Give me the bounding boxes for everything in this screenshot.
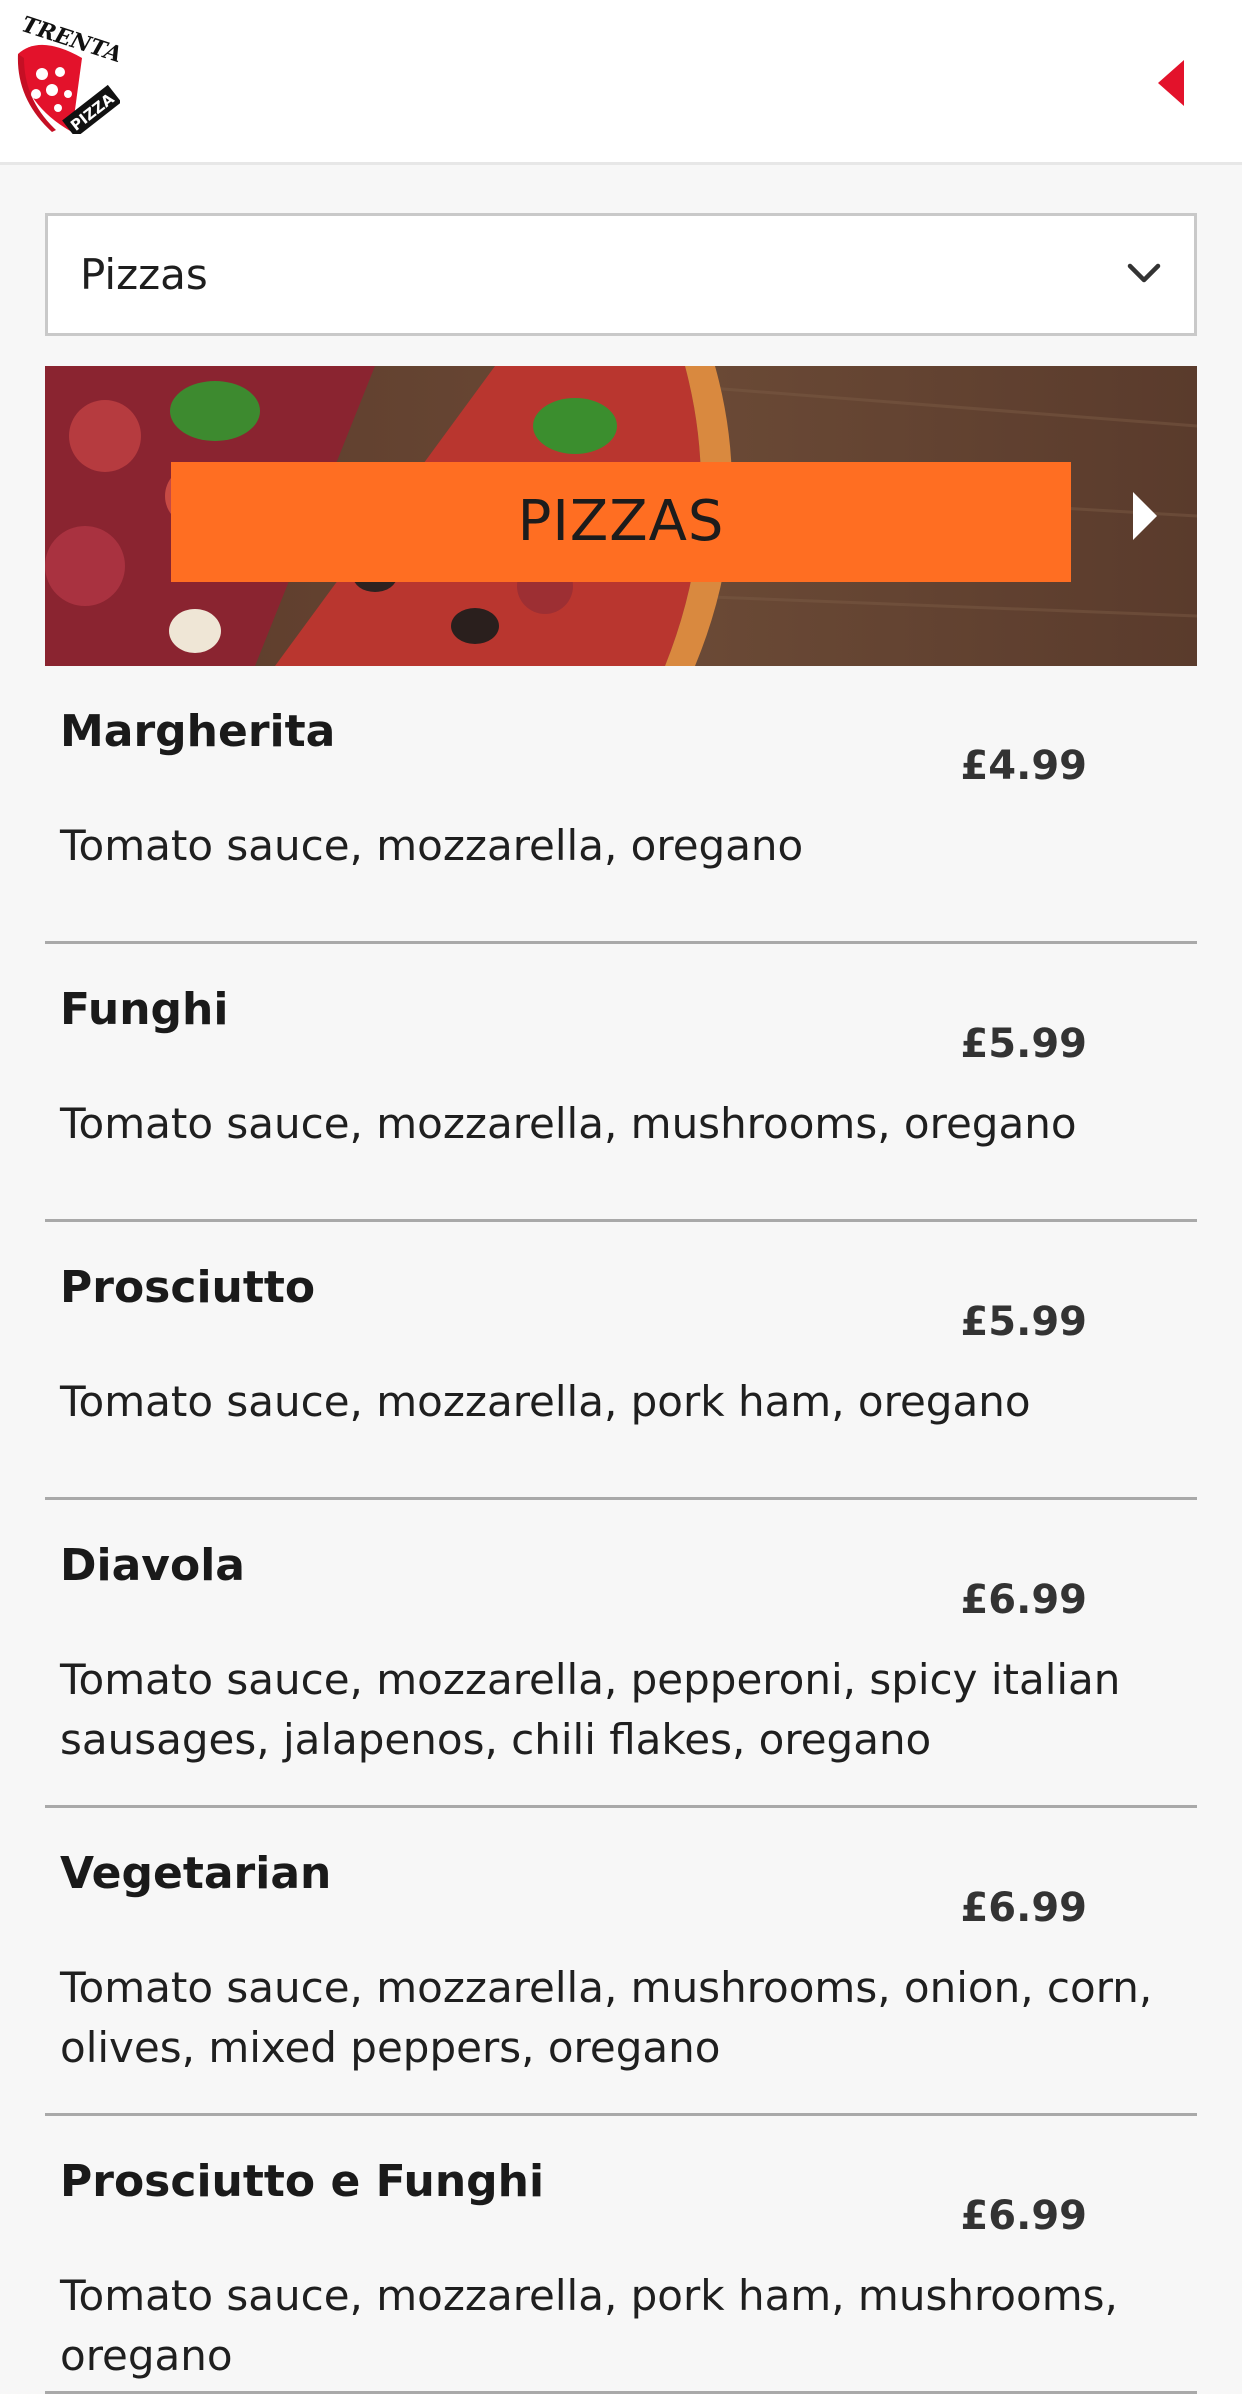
app-header: TRENTA PIZZA xyxy=(0,0,1242,165)
menu-item-vegetarian[interactable]: Vegetarian £6.99 Tomato sauce, mozzarell… xyxy=(45,1808,1197,2116)
menu-item-price: £6.99 xyxy=(960,1577,1087,1623)
menu-item-price: £5.99 xyxy=(960,1299,1087,1345)
menu-list: Margherita £4.99 Tomato sauce, mozzarell… xyxy=(45,666,1197,2394)
category-select[interactable]: Pizzas xyxy=(45,213,1197,336)
chevron-down-icon xyxy=(1127,263,1161,283)
menu-item-description: Tomato sauce, mozzarella, oregano xyxy=(60,821,804,870)
caret-left-icon xyxy=(1158,60,1184,106)
menu-item-description: Tomato sauce, mozzarella, pork ham, oreg… xyxy=(60,1377,1031,1426)
pizza-slice-logo-icon: TRENTA PIZZA xyxy=(17,11,125,138)
menu-item-price: £6.99 xyxy=(960,1885,1087,1931)
menu-item-price: £5.99 xyxy=(960,1021,1087,1067)
menu-item-price: £6.99 xyxy=(960,2193,1087,2239)
banner-title: PIZZAS xyxy=(171,462,1071,582)
menu-item-description: Tomato sauce, mozzarella, pepperoni, spi… xyxy=(60,1655,1121,1764)
category-select-value: Pizzas xyxy=(80,250,208,299)
menu-item-prosciutto-e-funghi[interactable]: Prosciutto e Funghi £6.99 Tomato sauce, … xyxy=(45,2116,1197,2394)
menu-item-description: Tomato sauce, mozzarella, pork ham, mush… xyxy=(60,2271,1118,2380)
trenta-pizza-logo[interactable]: TRENTA PIZZA xyxy=(12,11,125,138)
menu-item-description: Tomato sauce, mozzarella, mushrooms, oni… xyxy=(60,1963,1153,2072)
caret-right-icon[interactable] xyxy=(1129,490,1159,542)
menu-item-margherita[interactable]: Margherita £4.99 Tomato sauce, mozzarell… xyxy=(45,666,1197,944)
menu-item-diavola[interactable]: Diavola £6.99 Tomato sauce, mozzarella, … xyxy=(45,1500,1197,1808)
menu-item-description: Tomato sauce, mozzarella, mushrooms, ore… xyxy=(60,1099,1077,1148)
menu-item-funghi[interactable]: Funghi £5.99 Tomato sauce, mozzarella, m… xyxy=(45,944,1197,1222)
menu-item-price: £4.99 xyxy=(960,743,1087,789)
menu-item-prosciutto[interactable]: Prosciutto £5.99 Tomato sauce, mozzarell… xyxy=(45,1222,1197,1500)
category-banner: PIZZAS xyxy=(45,366,1197,666)
back-button[interactable] xyxy=(1152,58,1192,108)
